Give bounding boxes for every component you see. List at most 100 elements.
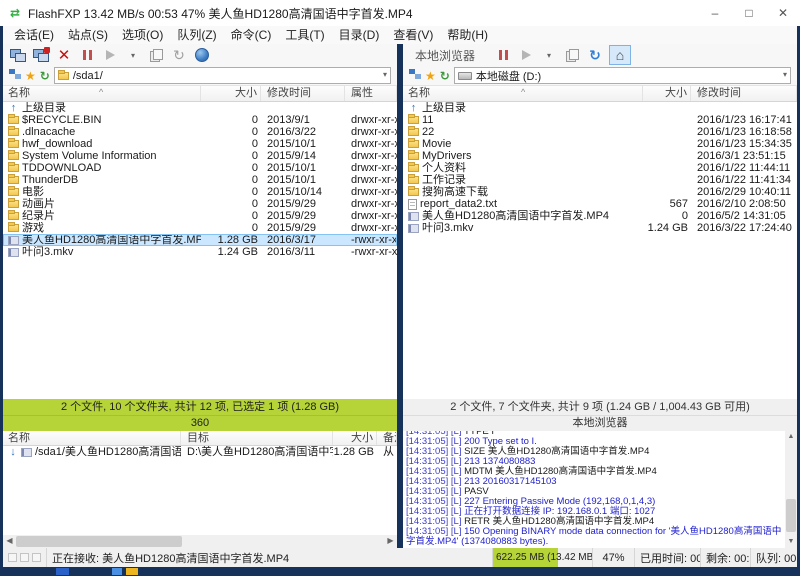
file-row[interactable]: 112016/1/23 16:17:41	[403, 114, 797, 126]
menu-item[interactable]: 选项(O)	[115, 26, 170, 44]
file-row[interactable]: 工作记录2016/1/22 11:41:34	[403, 174, 797, 186]
menu-item[interactable]: 目录(D)	[332, 26, 387, 44]
file-row[interactable]: 动画片02015/9/29drwxr-xr-x	[3, 198, 397, 210]
file-row[interactable]: report_data2.txt5672016/2/10 2:08:50	[403, 198, 797, 210]
local-pause-button[interactable]	[494, 46, 512, 64]
taskbar-icon[interactable]	[126, 568, 138, 575]
file-row[interactable]: ↑上级目录	[3, 102, 397, 114]
file-row[interactable]: 个人资料2016/1/22 11:44:11	[403, 162, 797, 174]
remote-path-combo[interactable]: /sda1/ ▾	[54, 67, 391, 84]
scroll-down-icon[interactable]: ▼	[785, 536, 797, 548]
refresh-button[interactable]: ↻	[170, 46, 188, 64]
file-row[interactable]: 电影02015/10/14drwxr-xr-x	[3, 186, 397, 198]
queue-row[interactable]: ↓/sda1/美人鱼HD1280高清国语中字首发.MP4D:\美人鱼HD1280…	[3, 446, 397, 458]
chevron-down-icon: ▾	[131, 51, 135, 60]
combo-chevron-icon[interactable]: ▾	[783, 70, 787, 79]
file-name-cell: Movie	[403, 138, 643, 150]
column-header-date[interactable]: 修改时间	[261, 86, 345, 101]
file-row[interactable]: 美人鱼HD1280高清国语中字首发.MP402016/5/2 14:31:05	[403, 210, 797, 222]
taskbar-strip	[0, 567, 800, 576]
web-button[interactable]	[193, 46, 211, 64]
connect-button[interactable]	[9, 46, 27, 64]
file-row[interactable]: 叶问3.mkv1.24 GB2016/3/22 17:24:40	[403, 222, 797, 234]
maximize-button[interactable]: □	[732, 0, 766, 26]
file-row[interactable]: $RECYCLE.BIN02013/9/1drwxr-xr-x	[3, 114, 397, 126]
local-home-button[interactable]: ⌂	[609, 45, 631, 65]
file-row[interactable]: ↑上级目录	[403, 102, 797, 114]
log-vscrollbar[interactable]: ▲ ▼	[785, 431, 797, 548]
favorites-button[interactable]: ★	[425, 70, 436, 82]
file-name-cell: ↑上级目录	[3, 102, 201, 114]
home-icon: ⌂	[616, 48, 624, 62]
file-row[interactable]: 游戏02015/9/29drwxr-xr-x	[3, 222, 397, 234]
menu-item[interactable]: 会话(E)	[7, 26, 61, 44]
menu-item[interactable]: 站点(S)	[61, 26, 115, 44]
scroll-track[interactable]	[16, 535, 384, 548]
local-start-dropdown[interactable]: ▾	[540, 46, 558, 64]
queue-column-note[interactable]: 备注	[377, 431, 397, 445]
menu-item[interactable]: 队列(Z)	[170, 26, 223, 44]
file-row[interactable]: MyDrivers2016/3/1 23:51:15	[403, 150, 797, 162]
column-header-size[interactable]: 大小	[643, 86, 691, 101]
scroll-thumb[interactable]	[786, 499, 796, 532]
favorites-button[interactable]: ★	[25, 70, 36, 82]
taskbar-icon[interactable]	[112, 568, 122, 575]
log-lines: [14:30:55] [L] 226 Transfer complete.[14…	[403, 431, 785, 548]
file-row[interactable]: System Volume Information02015/9/14drwxr…	[3, 150, 397, 162]
queue-column-target[interactable]: 目标	[181, 431, 333, 445]
column-header-date[interactable]: 修改时间	[691, 86, 797, 101]
local-refresh-button[interactable]: ↻	[586, 46, 604, 64]
disconnect-button[interactable]	[32, 46, 50, 64]
queue-column-size[interactable]: 大小	[333, 431, 377, 445]
remote-status-bar: 2 个文件, 10 个文件夹, 共计 12 项, 已选定 1 项 (1.28 G…	[3, 399, 397, 431]
file-row[interactable]: 叶问3.mkv1.24 GB2016/3/11-rwxr-xr-x	[3, 246, 397, 258]
menu-item[interactable]: 工具(T)	[278, 26, 331, 44]
file-name: 上级目录	[22, 102, 66, 114]
menu-item[interactable]: 命令(C)	[224, 26, 279, 44]
file-row[interactable]: 纪录片02015/9/29drwxr-xr-x	[3, 210, 397, 222]
menu-item[interactable]: 查看(V)	[386, 26, 440, 44]
scroll-left-icon[interactable]: ◀	[3, 535, 16, 548]
transfer-mode-button[interactable]	[147, 46, 165, 64]
queue-item-name: /sda1/美人鱼HD1280高清国语中字首发.MP4	[35, 446, 181, 458]
local-transfer-button[interactable]	[563, 46, 581, 64]
file-row[interactable]: Movie2016/1/23 15:34:35	[403, 138, 797, 150]
column-header-name[interactable]: 名称^	[3, 86, 201, 101]
title-bar[interactable]: ⇄ FlashFXP 13.42 MB/s 00:53 47% 美人鱼HD128…	[0, 0, 800, 26]
file-name-cell: MyDrivers	[403, 150, 643, 162]
minimize-button[interactable]: –	[698, 0, 732, 26]
remote-path-bar: ★ ↻ /sda1/ ▾	[3, 66, 397, 86]
start-queue-button[interactable]	[101, 46, 119, 64]
local-start-button[interactable]	[517, 46, 535, 64]
column-header-size[interactable]: 大小	[201, 86, 261, 101]
file-name-cell: report_data2.txt	[403, 198, 643, 210]
queue-column-name[interactable]: 名称	[3, 431, 181, 445]
folder-icon	[408, 176, 419, 184]
local-path-combo[interactable]: 本地磁盘 (D:) ▾	[454, 67, 791, 84]
go-button[interactable]: ↻	[440, 70, 450, 82]
abort-button[interactable]: ✕	[55, 46, 73, 64]
file-row[interactable]: ThunderDB02015/10/1drwxr-xr-x	[3, 174, 397, 186]
pause-queue-button[interactable]	[78, 46, 96, 64]
file-row[interactable]: 222016/1/23 16:18:58	[403, 126, 797, 138]
queue-hscrollbar[interactable]: ◀ ▶	[3, 535, 397, 548]
go-button[interactable]: ↻	[40, 70, 50, 82]
file-row[interactable]: hwf_download02015/10/1drwxr-xr-x	[3, 138, 397, 150]
taskbar-icon[interactable]	[56, 568, 69, 575]
scroll-right-icon[interactable]: ▶	[384, 535, 397, 548]
column-header-attr[interactable]: 属性	[345, 86, 397, 101]
menu-item[interactable]: 帮助(H)	[440, 26, 495, 44]
scroll-up-icon[interactable]: ▲	[785, 431, 797, 443]
close-button[interactable]: ✕	[766, 0, 800, 26]
folder-tree-icon	[9, 69, 21, 79]
start-queue-dropdown[interactable]: ▾	[124, 46, 142, 64]
file-row[interactable]: TDDOWNLOAD02015/10/1drwxr-xr-x	[3, 162, 397, 174]
file-row[interactable]: .dlnacache02016/3/22drwxr-xr-x	[3, 126, 397, 138]
scroll-thumb[interactable]	[16, 536, 182, 547]
combo-chevron-icon[interactable]: ▾	[383, 70, 387, 79]
folder-tree-button[interactable]	[409, 69, 421, 82]
file-row[interactable]: 美人鱼HD1280高清国语中字首发.MP41.28 GB2016/3/17-rw…	[3, 234, 397, 246]
folder-tree-button[interactable]	[9, 69, 21, 82]
file-row[interactable]: 搜狗高速下载2016/2/29 10:40:11	[403, 186, 797, 198]
column-header-name[interactable]: 名称^	[403, 86, 643, 101]
